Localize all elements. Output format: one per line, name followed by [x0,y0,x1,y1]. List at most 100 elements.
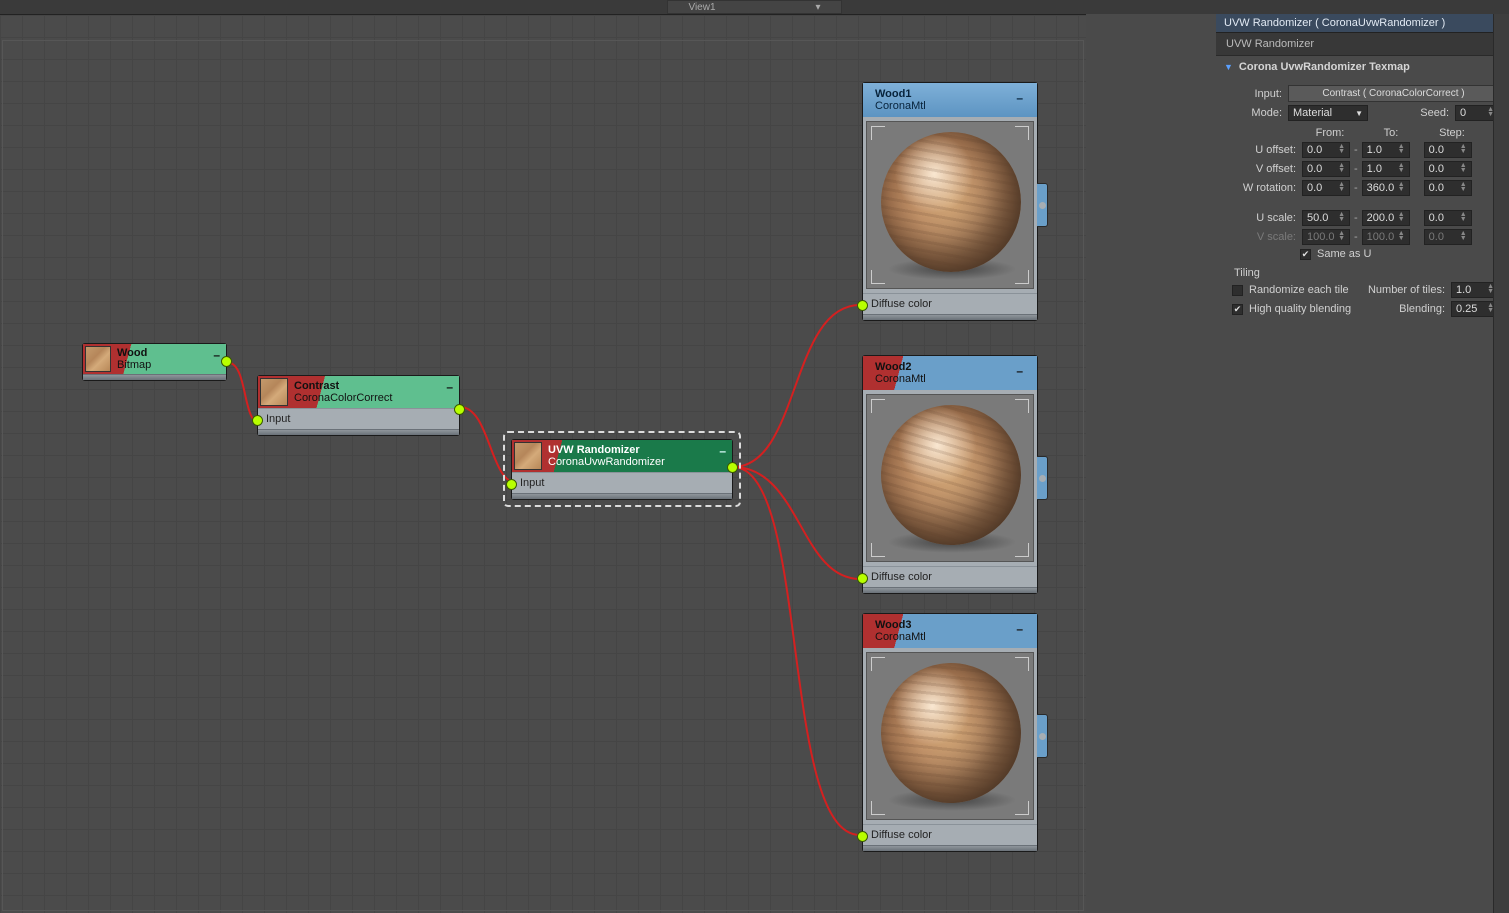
same-as-u-label: Same as U [1317,248,1371,260]
node-thumb [85,346,111,372]
blending-label: Blending: [1399,303,1445,315]
collapse-icon[interactable]: – [446,380,453,394]
node-wood-bitmap[interactable]: Wood Bitmap – [82,343,227,381]
v-scale-label: V scale: [1226,231,1296,243]
col-from: From: [1302,127,1358,139]
v-offset-from[interactable]: 0.0▲▼ [1302,161,1350,177]
parameter-panel: UVW Randomizer ( CoronaUvwRandomizer ) ×… [1216,14,1509,913]
node-uvw-randomizer[interactable]: UVW Randomizer CoronaUvwRandomizer – Inp… [511,439,733,500]
material-preview [866,394,1034,562]
slot-label: Diffuse color [871,571,932,583]
node-title: Wood1 [875,88,1029,100]
seed-label: Seed: [1420,107,1449,119]
diffuse-slot[interactable]: Diffuse color [863,293,1037,314]
w-rot-step[interactable]: 0.0▲▼ [1424,180,1472,196]
v-scale-to: 100.0▲▼ [1362,229,1410,245]
chevron-down-icon: ▾ [816,2,821,13]
node-wood2[interactable]: Wood2 CoronaMtl – Diffuse color [862,355,1038,594]
u-offset-from[interactable]: 0.0▲▼ [1302,142,1350,158]
u-scale-from[interactable]: 50.0▲▼ [1302,210,1350,226]
output-tab[interactable] [1037,714,1048,758]
chevron-down-icon: ▼ [1224,62,1233,72]
seed-value: 0 [1460,107,1466,119]
collapse-icon[interactable]: – [1016,91,1023,105]
view-tab-label: View1 [688,2,715,13]
w-rot-label: W rotation: [1226,182,1296,194]
v-offset-label: V offset: [1226,163,1296,175]
hq-blend-checkbox[interactable]: ✔ [1232,304,1243,315]
node-title: Wood [117,347,226,359]
col-step: Step: [1424,127,1480,139]
scrollbar[interactable] [1493,14,1509,913]
node-title: Wood3 [875,619,1029,631]
w-rot-from[interactable]: 0.0▲▼ [1302,180,1350,196]
node-contrast[interactable]: Contrast CoronaColorCorrect – Input [257,375,460,436]
diffuse-slot[interactable]: Diffuse color [863,824,1037,845]
section-header[interactable]: ▼ Corona UvwRandomizer Texmap ≡ [1216,56,1509,78]
u-offset-step[interactable]: 0.0▲▼ [1424,142,1472,158]
output-tab[interactable] [1037,456,1048,500]
rand-tile-label: Randomize each tile [1249,284,1349,296]
input-button[interactable]: Contrast ( CoronaColorCorrect ) [1288,85,1499,102]
u-offset-to[interactable]: 1.0▲▼ [1362,142,1410,158]
node-wood1[interactable]: Wood1 CoronaMtl – Diffuse color [862,82,1038,321]
collapse-icon[interactable]: – [213,348,220,362]
input-label: Input: [1226,88,1282,100]
mode-label: Mode: [1226,107,1282,119]
panel-title-bar[interactable]: UVW Randomizer ( CoronaUvwRandomizer ) × [1216,14,1509,33]
node-subtitle: CoronaMtl [875,373,1029,385]
same-as-u-checkbox[interactable]: ✔ [1300,249,1311,260]
v-offset-step[interactable]: 0.0▲▼ [1424,161,1472,177]
node-title: UVW Randomizer [548,444,732,456]
u-scale-step[interactable]: 0.0▲▼ [1424,210,1472,226]
num-tiles-label: Number of tiles: [1368,284,1445,296]
panel-body: Input: Contrast ( CoronaColorCorrect ) M… [1216,78,1509,324]
u-scale-label: U scale: [1226,212,1296,224]
output-port[interactable] [454,404,465,415]
view-tab-1[interactable]: View1 ▾ [667,0,841,14]
input-port[interactable] [252,415,263,426]
section-title: Corona UvwRandomizer Texmap [1239,61,1410,73]
node-thumb [514,442,542,470]
u-offset-label: U offset: [1226,144,1296,156]
diffuse-slot[interactable]: Diffuse color [863,566,1037,587]
output-port[interactable] [727,462,738,473]
node-subtitle: CoronaUvwRandomizer [548,456,732,468]
num-tiles-spinner[interactable]: 1.0▲▼ [1451,282,1499,298]
collapse-icon[interactable]: – [1016,622,1023,636]
node-subtitle: CoronaMtl [875,631,1029,643]
collapse-icon[interactable]: – [719,444,726,458]
output-port[interactable] [221,356,232,367]
u-scale-to[interactable]: 200.0▲▼ [1362,210,1410,226]
v-scale-step: 0.0▲▼ [1424,229,1472,245]
input-port[interactable] [506,479,517,490]
mode-select[interactable]: Material▼ [1288,105,1368,121]
material-preview [866,652,1034,820]
input-port[interactable] [857,300,868,311]
output-tab[interactable] [1037,183,1048,227]
material-preview [866,121,1034,289]
mode-value: Material [1293,107,1332,119]
slot-label: Input [520,477,544,489]
slot-label: Input [266,413,290,425]
collapse-icon[interactable]: – [1016,364,1023,378]
slot-label: Diffuse color [871,829,932,841]
w-rot-to[interactable]: 360.0▲▼ [1362,180,1410,196]
input-slot[interactable]: Input [512,472,732,493]
panel-subtitle: UVW Randomizer [1216,33,1509,56]
node-subtitle: CoronaMtl [875,100,1029,112]
input-slot[interactable]: Input [258,408,459,429]
node-thumb [260,378,288,406]
node-canvas[interactable]: Wood Bitmap – Contrast CoronaColorCorrec… [0,14,1086,913]
blending-spinner[interactable]: 0.25▲▼ [1451,301,1499,317]
v-offset-to[interactable]: 1.0▲▼ [1362,161,1410,177]
col-to: To: [1358,127,1424,139]
input-port[interactable] [857,831,868,842]
v-scale-from: 100.0▲▼ [1302,229,1350,245]
rand-tile-checkbox[interactable] [1232,285,1243,296]
slot-label: Diffuse color [871,298,932,310]
input-port[interactable] [857,573,868,584]
node-wood3[interactable]: Wood3 CoronaMtl – Diffuse color [862,613,1038,852]
node-subtitle: CoronaColorCorrect [294,392,459,404]
node-title: Wood2 [875,361,1029,373]
